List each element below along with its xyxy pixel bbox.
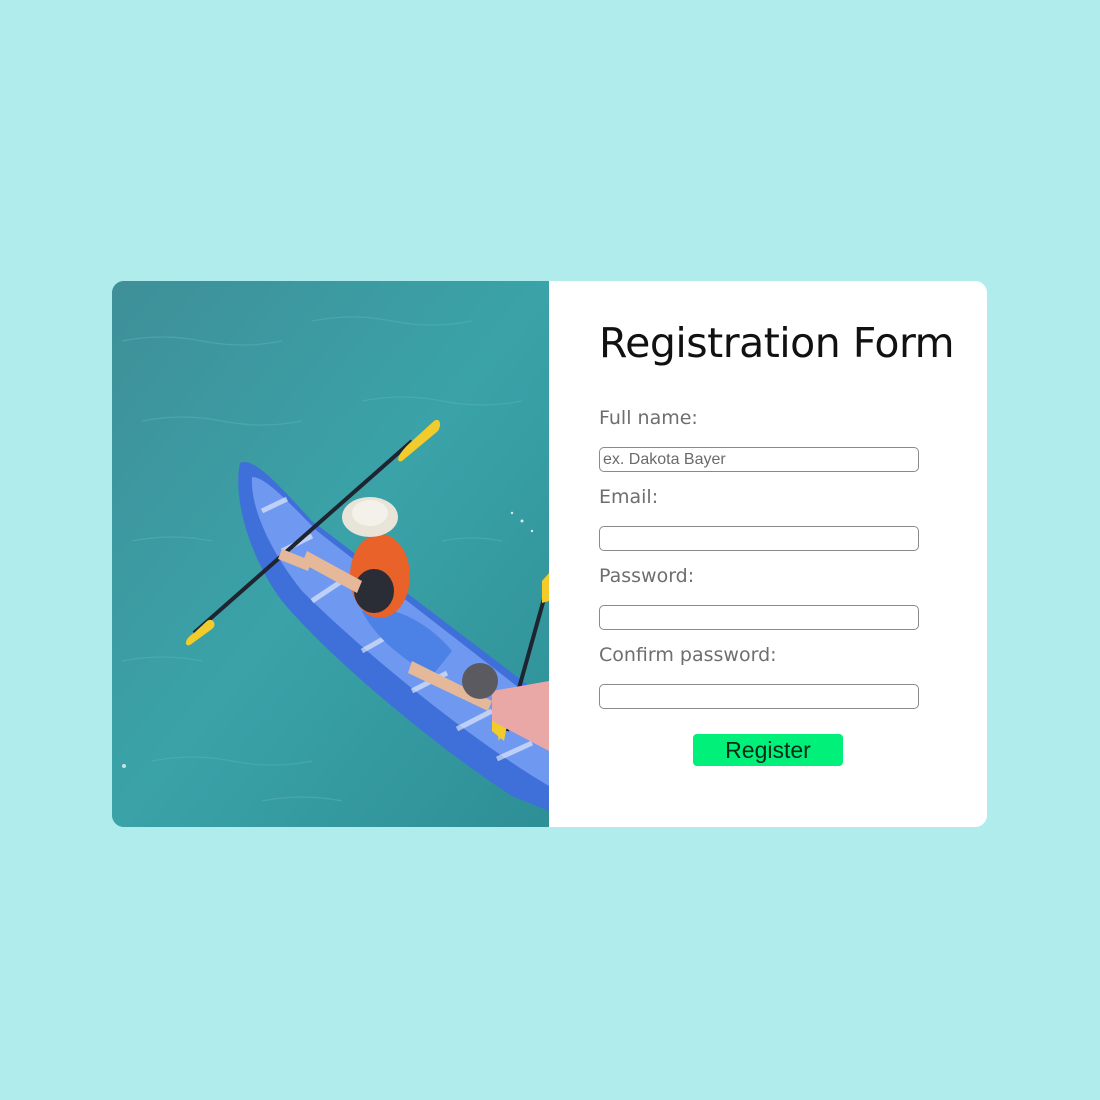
full-name-label: Full name: [599, 407, 698, 429]
form-panel: Registration Form Full name: Email: Pass… [549, 281, 987, 827]
confirm-password-label: Confirm password: [599, 644, 777, 666]
password-input[interactable] [599, 605, 919, 630]
full-name-input[interactable] [599, 447, 919, 472]
page-title: Registration Form [599, 319, 955, 367]
register-button[interactable]: Register [693, 734, 843, 766]
password-label: Password: [599, 565, 695, 587]
kayak-photo [112, 281, 549, 827]
email-input[interactable] [599, 526, 919, 551]
email-label: Email: [599, 486, 659, 508]
confirm-password-input[interactable] [599, 684, 919, 709]
registration-card: Registration Form Full name: Email: Pass… [112, 281, 987, 827]
